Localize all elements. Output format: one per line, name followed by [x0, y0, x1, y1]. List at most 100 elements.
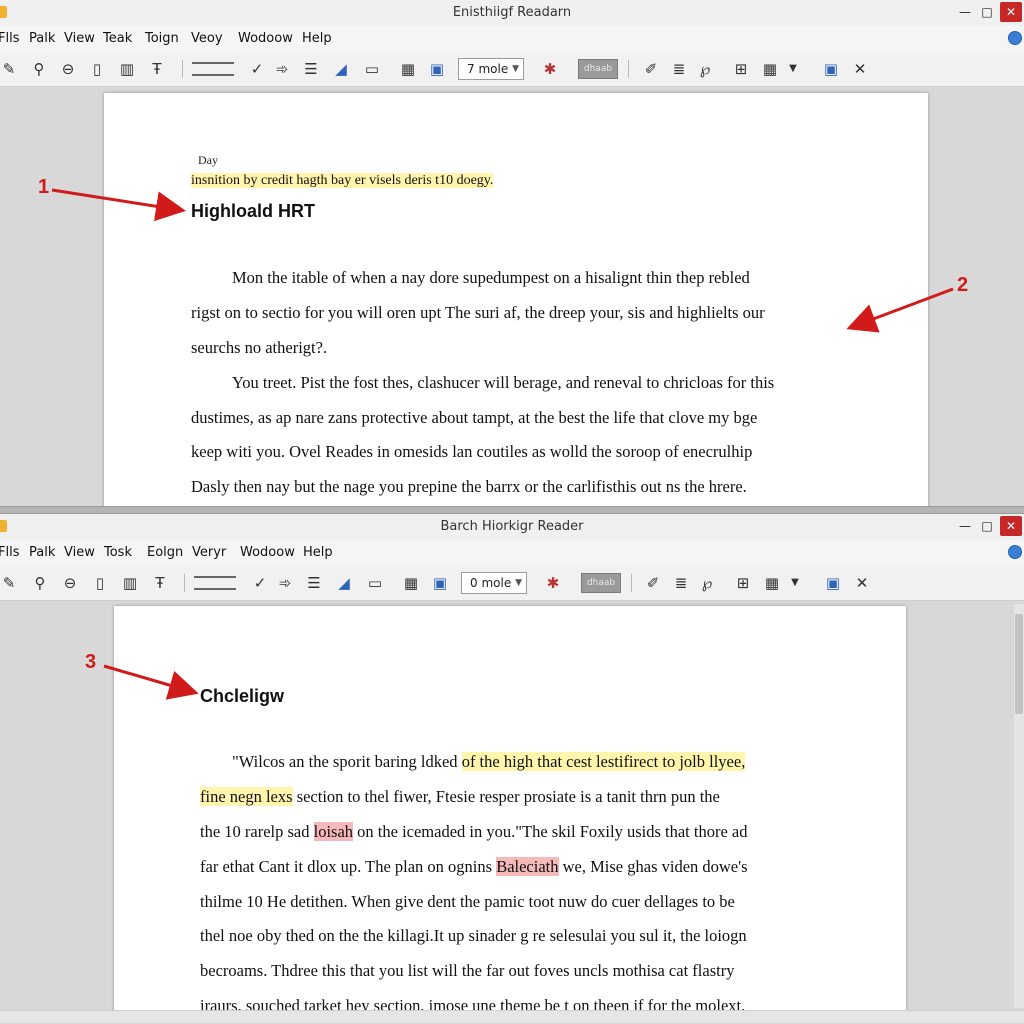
gray-button[interactable]: dhaab [581, 573, 621, 593]
menu-window[interactable]: Wodoow [238, 31, 293, 46]
maximize-button[interactable]: □ [976, 516, 998, 536]
yellow-highlight[interactable]: of the high that cest lestifirect to jol… [461, 752, 746, 771]
zoom-select[interactable]: 0 mole ▼ [461, 572, 527, 594]
menu-help[interactable]: Help [302, 31, 332, 46]
date-label: Day [198, 153, 218, 167]
chevron-down-icon[interactable]: ▼ [782, 58, 804, 80]
highlighter-icon[interactable]: ◢ [330, 58, 352, 80]
menu-view[interactable]: View [64, 31, 95, 46]
pen-icon[interactable]: ✎ [0, 572, 20, 594]
sign-icon[interactable]: ℘ [696, 572, 718, 594]
menu-file[interactable]: Flls [0, 31, 19, 46]
edit-icon[interactable]: ✐ [640, 58, 662, 80]
checkmark-icon[interactable]: ✓ [249, 572, 271, 594]
window-divider[interactable] [0, 506, 1024, 514]
tools-icon[interactable]: ✱ [539, 58, 561, 80]
sign-icon[interactable]: ℘ [694, 58, 716, 80]
paragraph-line: the 10 rarelp sad loisah on the icemaded… [200, 822, 747, 842]
menu-tools[interactable]: Teak [103, 31, 132, 46]
menu-sign[interactable]: Toign [145, 31, 179, 46]
document-icon[interactable]: ▭ [361, 58, 383, 80]
paragraph-line: You treet. Pist the fost thes, clashucer… [232, 373, 775, 392]
scrollbar-thumb[interactable] [1015, 614, 1023, 714]
yellow-highlight[interactable]: insnition by credit hagth bay er visels … [191, 173, 494, 188]
line-style-icon[interactable] [192, 62, 234, 76]
paragraph-line: Mon the itable of when a nay dore supedu… [232, 268, 750, 287]
toolbar: ✎ ⚲ ⊖ ▯ ▥ Ŧ ✓ ➾ ☰ ◢ ▭ ▦ ▣ 7 mole ▼ ✱ dhaa… [0, 52, 1024, 87]
maximize-button[interactable]: □ [976, 2, 998, 22]
text-align-icon[interactable]: ≣ [668, 58, 690, 80]
globe-icon[interactable] [1008, 545, 1022, 559]
image-icon[interactable]: ▣ [429, 572, 451, 594]
zoom-select[interactable]: 7 mole ▼ [458, 58, 524, 80]
globe-icon[interactable] [1008, 31, 1022, 45]
text-tool-icon[interactable]: Ŧ [146, 58, 168, 80]
paragraph-line: dustimes, as ap nare zans protective abo… [191, 408, 758, 427]
arrow-tool-icon[interactable]: ➾ [274, 572, 296, 594]
layout-icon[interactable]: ▦ [759, 58, 781, 80]
stamp-icon[interactable]: ⊖ [57, 58, 79, 80]
stamp-icon[interactable]: ⊖ [59, 572, 81, 594]
list-icon[interactable]: ☰ [303, 572, 325, 594]
paragraph-line: seurchs no atherigt?. [191, 338, 328, 357]
grid-view-icon[interactable]: ▦ [400, 572, 422, 594]
close-button[interactable]: ✕ [1000, 2, 1022, 22]
paragraph-line: keep witi you. Ovel Reades in omesids la… [191, 442, 753, 461]
menu-window[interactable]: Wodoow [240, 545, 295, 560]
page-icon[interactable]: ▯ [86, 58, 108, 80]
menu-tools[interactable]: Tosk [104, 545, 132, 560]
chevron-down-icon: ▼ [515, 578, 522, 588]
red-highlight[interactable]: loisah [313, 822, 354, 841]
horizontal-scrollbar[interactable] [0, 1010, 1024, 1023]
panel-icon[interactable]: ▣ [820, 58, 842, 80]
search-icon[interactable]: ⚲ [28, 58, 50, 80]
vertical-scrollbar[interactable] [1014, 604, 1024, 1008]
columns-icon[interactable]: ▥ [119, 572, 141, 594]
chevron-down-icon[interactable]: ▼ [784, 572, 806, 594]
image-icon[interactable]: ▣ [426, 58, 448, 80]
red-highlight[interactable]: Baleciath [496, 857, 559, 876]
gray-button[interactable]: dhaab [578, 59, 618, 79]
tools-icon[interactable]: ✱ [542, 572, 564, 594]
line-text: far ethat Cant it dlox up. The plan on o… [200, 857, 497, 876]
line-text: we, Mise ghas viden dowe's [558, 857, 748, 876]
menu-edit[interactable]: Palk [29, 545, 55, 560]
text-tool-icon[interactable]: Ŧ [149, 572, 171, 594]
thumbnails-icon[interactable]: ⊞ [732, 572, 754, 594]
menu-edit[interactable]: Palk [29, 31, 55, 46]
menu-view-alt[interactable]: Veryr [192, 545, 226, 560]
menu-sign[interactable]: Eolgn [147, 545, 183, 560]
edit-icon[interactable]: ✐ [642, 572, 664, 594]
pen-icon[interactable]: ✎ [0, 58, 20, 80]
close-tool-icon[interactable]: ✕ [849, 58, 871, 80]
menu-view-alt[interactable]: Veoy [191, 31, 223, 46]
minimize-button[interactable]: — [954, 516, 976, 536]
close-button[interactable]: ✕ [1000, 516, 1022, 536]
columns-icon[interactable]: ▥ [116, 58, 138, 80]
highlighter-icon[interactable]: ◢ [333, 572, 355, 594]
checkmark-icon[interactable]: ✓ [246, 58, 268, 80]
layout-icon[interactable]: ▦ [761, 572, 783, 594]
menu-help[interactable]: Help [303, 545, 333, 560]
window-title: Enisthiigf Readarn [452, 5, 572, 20]
document-page: Chcleligw "Wilcos an the sporit baring l… [114, 606, 906, 1016]
search-icon[interactable]: ⚲ [29, 572, 51, 594]
panel-icon[interactable]: ▣ [822, 572, 844, 594]
thumbnails-icon[interactable]: ⊞ [730, 58, 752, 80]
reader-window-top: Enisthiigf Readarn — □ ✕ Flls Palk View … [0, 0, 1024, 506]
arrow-tool-icon[interactable]: ➾ [271, 58, 293, 80]
text-align-icon[interactable]: ≣ [670, 572, 692, 594]
list-icon[interactable]: ☰ [300, 58, 322, 80]
menu-view[interactable]: View [64, 545, 95, 560]
close-tool-icon[interactable]: ✕ [851, 572, 873, 594]
yellow-highlight[interactable]: fine negn lexs [200, 787, 293, 806]
reader-window-bottom: Barch Hiorkigr Reader — □ ✕ Flls Palk Vi… [0, 514, 1024, 1024]
grid-view-icon[interactable]: ▦ [397, 58, 419, 80]
minimize-button[interactable]: — [954, 2, 976, 22]
page-icon[interactable]: ▯ [89, 572, 111, 594]
document-icon[interactable]: ▭ [364, 572, 386, 594]
menu-file[interactable]: Flls [0, 545, 19, 560]
line-style-icon[interactable] [194, 576, 236, 590]
page-heading: Chcleligw [200, 686, 285, 706]
page-heading: Highloald HRT [191, 201, 315, 221]
